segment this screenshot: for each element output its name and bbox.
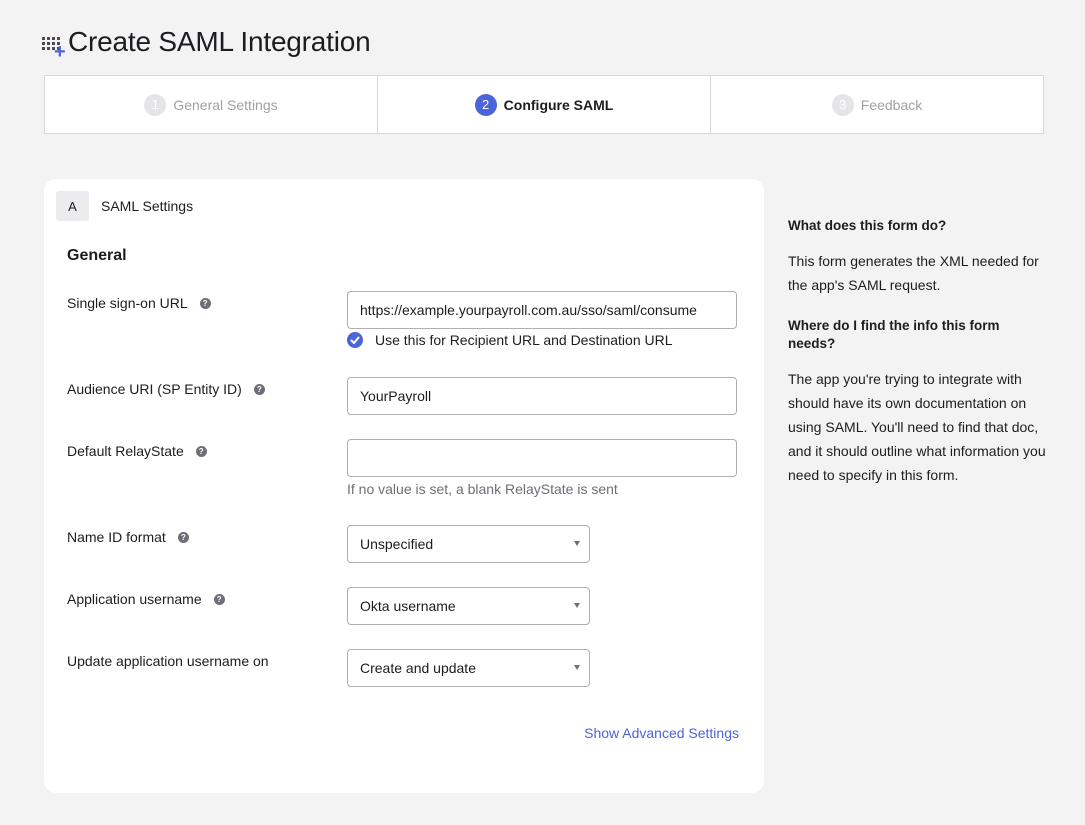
page-header: + Create SAML Integration <box>42 26 371 62</box>
help-answer: The app you're trying to integrate with … <box>788 371 1046 483</box>
relay-state-hint: If no value is set, a blank RelayState i… <box>347 481 618 497</box>
step-number: 2 <box>474 93 497 116</box>
field-label: Update application username on <box>67 653 269 669</box>
audience-uri-input[interactable]: YourPayroll <box>347 377 737 415</box>
step-configure-saml[interactable]: 2 Configure SAML <box>378 76 711 133</box>
update-username-select[interactable]: Create and update <box>347 649 590 687</box>
relay-state-label: Default RelayState ? <box>67 443 207 459</box>
name-id-format-select[interactable]: Unspecified <box>347 525 590 563</box>
help-icon[interactable]: ? <box>195 445 207 457</box>
help-icon[interactable]: ? <box>213 593 225 605</box>
step-label: Configure SAML <box>503 96 614 113</box>
section-header: A SAML Settings <box>56 191 193 221</box>
saml-settings-card: A SAML Settings General Single sign-on U… <box>44 179 764 793</box>
help-icon[interactable]: ? <box>253 383 265 395</box>
app-username-label: Application username ? <box>67 591 225 607</box>
select-value: Unspecified <box>360 536 434 552</box>
step-label: General Settings <box>173 96 278 113</box>
field-label: Audience URI (SP Entity ID) <box>67 381 242 397</box>
help-answer: This form generates the XML needed for t… <box>788 253 1039 293</box>
show-advanced-settings-link[interactable]: Show Advanced Settings <box>584 725 739 741</box>
wizard-steps: 1 General Settings 2 Configure SAML 3 Fe… <box>44 75 1044 134</box>
section-title: SAML Settings <box>101 198 194 214</box>
help-icon[interactable]: ? <box>199 297 211 309</box>
recipient-url-checkbox-row[interactable]: Use this for Recipient URL and Destinati… <box>347 332 673 348</box>
page-title: Create SAML Integration <box>68 26 371 57</box>
help-question: Where do I find the info this form needs… <box>788 318 1000 351</box>
select-value: Okta username <box>360 598 456 614</box>
field-label: Single sign-on URL <box>67 295 188 311</box>
chevron-down-icon <box>574 665 580 670</box>
name-id-format-label: Name ID format ? <box>67 529 189 545</box>
relay-state-input[interactable] <box>347 439 737 477</box>
field-label: Default RelayState <box>67 443 184 459</box>
help-sidebar: What does this form do? This form genera… <box>788 217 1046 507</box>
checkbox-label: Use this for Recipient URL and Destinati… <box>375 332 673 348</box>
section-letter-badge: A <box>56 191 89 221</box>
app-username-select[interactable]: Okta username <box>347 587 590 625</box>
update-username-label: Update application username on <box>67 653 269 669</box>
audience-uri-label: Audience URI (SP Entity ID) ? <box>67 381 265 397</box>
help-question: What does this form do? <box>788 218 947 233</box>
step-number: 3 <box>831 93 854 116</box>
chevron-down-icon <box>574 603 580 608</box>
checkbox-checked-icon[interactable] <box>347 332 363 348</box>
group-title: General <box>67 247 127 264</box>
step-feedback[interactable]: 3 Feedback <box>711 76 1043 133</box>
sso-url-label: Single sign-on URL ? <box>67 295 211 311</box>
field-label: Application username <box>67 591 202 607</box>
field-label: Name ID format <box>67 529 166 545</box>
sso-url-input[interactable]: https://example.yourpayroll.com.au/sso/s… <box>347 291 737 329</box>
app-grid-add-icon: + <box>42 29 68 62</box>
chevron-down-icon <box>574 541 580 546</box>
help-icon[interactable]: ? <box>177 531 189 543</box>
step-label: Feedback <box>860 96 923 113</box>
select-value: Create and update <box>360 660 476 676</box>
step-general-settings[interactable]: 1 General Settings <box>45 76 378 133</box>
step-number: 1 <box>144 93 167 116</box>
